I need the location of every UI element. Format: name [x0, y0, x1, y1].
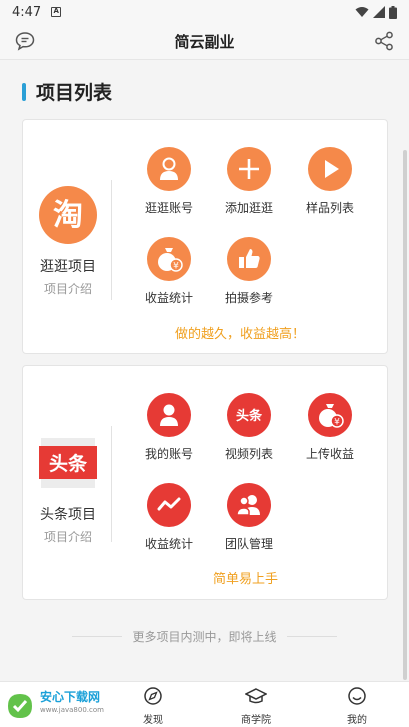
svg-text:头条: 头条: [49, 452, 88, 475]
video-list-button[interactable]: 头条 视频列表: [213, 393, 285, 462]
bottom-tab-bar: 安心下载网 www.java800.com 发现 商学院 我的: [0, 681, 409, 727]
tab-business-school[interactable]: 商学院: [221, 686, 291, 726]
item-label: 添加逛逛: [224, 201, 273, 215]
team-management-button[interactable]: 团队管理: [213, 483, 285, 552]
item-label: 样品列表: [305, 201, 354, 215]
item-label: 视频列表: [224, 447, 273, 461]
money-bag-icon: ¥: [308, 393, 352, 437]
card-slogan: 简单易上手: [213, 572, 279, 587]
add-guangguang-button[interactable]: 添加逛逛: [213, 147, 285, 216]
status-bar: 4:47 A: [0, 0, 409, 24]
play-icon: [308, 147, 352, 191]
smile-icon: [348, 687, 366, 705]
share-icon[interactable]: [373, 30, 395, 56]
thumbs-up-icon: [227, 237, 271, 281]
battery-icon: [389, 5, 397, 19]
compass-icon: [144, 687, 162, 705]
section-title: 项目列表: [36, 82, 113, 104]
project-card-toutiao: 头条 头条项目 项目介绍 我的账号 头条 视频列表 ¥ 上传收益 收益统计 团队…: [22, 365, 388, 600]
more-projects-text: 更多项目内测中，即将上线: [132, 630, 277, 644]
card-divider: [111, 180, 112, 300]
divider-line: [286, 636, 337, 637]
trend-icon: [147, 483, 191, 527]
section-header: 项目列表: [22, 78, 112, 105]
item-label: 收益统计: [144, 537, 193, 551]
signal-icon: [373, 6, 385, 18]
project-name: 逛逛项目: [40, 259, 96, 275]
plus-icon: [227, 147, 271, 191]
app-bar: 简云副业: [0, 24, 409, 60]
project-brand-guangguang[interactable]: 淘 逛逛项目 项目介绍: [23, 186, 113, 297]
sample-list-button[interactable]: 样品列表: [294, 147, 366, 216]
watermark-url: www.java800.com: [40, 706, 104, 714]
project-card-guangguang: 淘 逛逛项目 项目介绍 逛逛账号 添加逛逛 样品列表 ¥ 收益统计 拍摄参考 做…: [22, 119, 388, 354]
more-projects-note: 更多项目内测中，即将上线: [0, 628, 409, 645]
item-label: 收益统计: [144, 291, 193, 305]
svg-text:¥: ¥: [173, 262, 179, 272]
my-account-button[interactable]: 我的账号: [133, 393, 205, 462]
divider-line: [72, 636, 123, 637]
team-icon: [227, 483, 271, 527]
user-icon: [147, 393, 191, 437]
item-label: 拍摄参考: [224, 291, 273, 305]
watermark-logo-icon: [8, 694, 32, 718]
toutiao-logo-icon: 头条: [39, 434, 97, 492]
guangguang-account-button[interactable]: 逛逛账号: [133, 147, 205, 216]
tab-discover[interactable]: 发现: [118, 686, 188, 726]
toutiao-icon: 头条: [227, 393, 271, 437]
item-label: 上传收益: [305, 447, 354, 461]
project-intro-link[interactable]: 项目介绍: [23, 528, 113, 545]
project-brand-toutiao[interactable]: 头条 头条项目 项目介绍: [23, 434, 113, 545]
card-divider: [111, 426, 112, 542]
item-label: 逛逛账号: [144, 201, 193, 215]
shooting-reference-button[interactable]: 拍摄参考: [213, 237, 285, 306]
svg-text:头条: 头条: [236, 408, 263, 424]
svg-text:¥: ¥: [334, 418, 340, 428]
tab-label: 发现: [143, 715, 163, 726]
watermark: 安心下载网 www.java800.com: [4, 686, 104, 726]
scrollbar[interactable]: [403, 150, 407, 680]
item-label: 我的账号: [144, 447, 193, 461]
project-name: 头条项目: [40, 507, 96, 523]
app-title: 简云副业: [174, 33, 235, 51]
graduation-cap-icon: [244, 688, 268, 704]
money-bag-icon: ¥: [147, 237, 191, 281]
tab-label: 商学院: [241, 715, 271, 726]
taobao-logo-icon: 淘: [39, 186, 97, 244]
tab-mine[interactable]: 我的: [322, 686, 392, 726]
tab-label: 我的: [347, 715, 367, 726]
project-intro-link[interactable]: 项目介绍: [23, 280, 113, 297]
status-icons: [355, 5, 397, 19]
status-time: 4:47: [12, 4, 42, 20]
upload-income-button[interactable]: ¥ 上传收益: [294, 393, 366, 462]
wifi-icon: [355, 7, 369, 17]
sim-icon: A: [51, 7, 62, 17]
item-label: 团队管理: [224, 537, 273, 551]
income-stats-button[interactable]: 收益统计: [133, 483, 205, 552]
income-stats-button[interactable]: ¥ 收益统计: [133, 237, 205, 306]
card-slogan: 做的越久，收益越高！: [175, 327, 306, 342]
message-icon[interactable]: [14, 30, 36, 56]
watermark-title: 安心下载网: [40, 690, 101, 704]
section-accent-bar: [22, 82, 26, 101]
svg-text:淘: 淘: [53, 198, 83, 233]
user-icon: [147, 147, 191, 191]
